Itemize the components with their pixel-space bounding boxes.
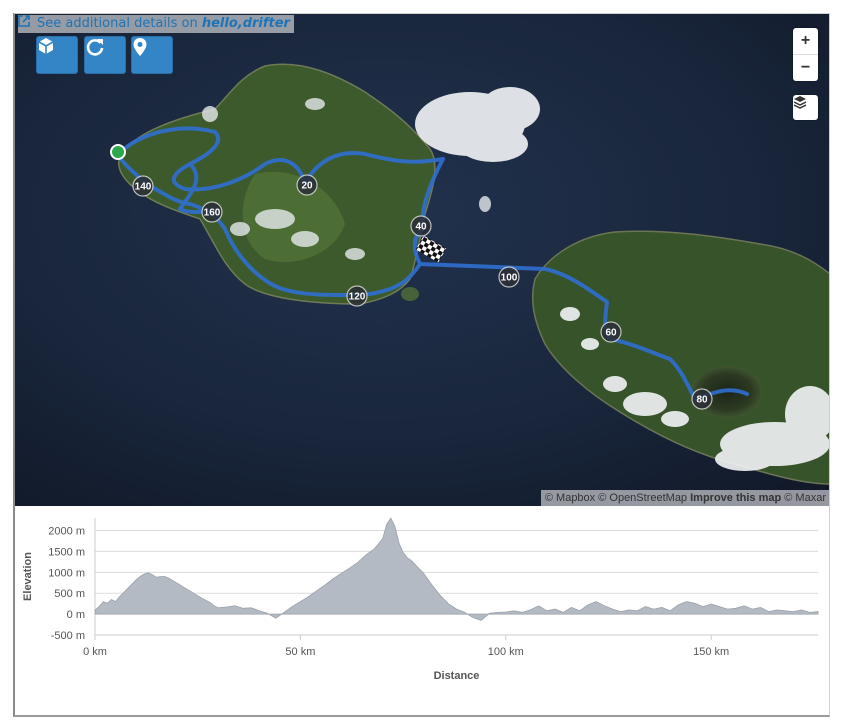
x-tick-label: 0 km	[83, 646, 107, 658]
x-tick-label: 100 km	[488, 646, 524, 658]
y-tick-label: -500 m	[51, 630, 85, 642]
km-marker: 80	[691, 388, 713, 410]
map-marker-icon	[133, 38, 147, 56]
maxar-attribution[interactable]: © Maxar	[784, 492, 826, 504]
link-prefix: See additional details on	[37, 16, 202, 31]
x-tick-label: 50 km	[285, 646, 315, 658]
brand-name[interactable]: hello,drifter	[202, 16, 290, 31]
route-viewer: 20 40 60 80 100 120 140 160 See additional deta…	[13, 13, 830, 717]
km-marker-label: 40	[415, 222, 427, 233]
y-tick-label: 1000 m	[48, 567, 85, 579]
km-marker: 60	[600, 321, 622, 343]
elevation-profile[interactable]: 2000 m 1500 m 1000 m 500 m 0 m -500 m 0 km 50 k…	[15, 506, 830, 716]
km-marker-label: 160	[204, 208, 221, 219]
km-marker-label: 20	[301, 181, 313, 192]
location-button[interactable]	[131, 36, 173, 74]
y-tick-label: 1500 m	[48, 546, 85, 558]
km-marker: 140	[132, 175, 154, 197]
osm-attribution[interactable]: © OpenStreetMap	[598, 492, 687, 504]
map-canvas[interactable]: 20 40 60 80 100 120 140 160	[15, 14, 830, 506]
replay-button[interactable]	[84, 36, 126, 74]
y-tick-label: 500 m	[54, 588, 85, 600]
zoom-out-button[interactable]: −	[793, 55, 818, 81]
start-marker[interactable]	[110, 144, 126, 160]
layers-icon	[793, 96, 807, 109]
x-axis-title: Distance	[434, 670, 480, 682]
y-axis-title: Elevation	[22, 552, 34, 601]
y-tick-label: 0 m	[67, 609, 85, 621]
layers-button[interactable]	[793, 95, 818, 120]
zoom-control: + −	[793, 28, 818, 81]
map-attribution: © Mapbox © OpenStreetMap Improve this ma…	[540, 490, 829, 506]
y-tick-label: 2000 m	[48, 526, 85, 538]
km-marker-label: 140	[135, 182, 152, 193]
km-marker-label: 80	[696, 395, 708, 406]
mapbox-attribution[interactable]: © Mapbox	[545, 492, 595, 504]
km-marker: 100	[498, 266, 520, 288]
external-link-icon	[18, 15, 34, 28]
cube-icon	[38, 38, 54, 54]
km-marker: 40	[410, 215, 432, 237]
km-marker-label: 60	[605, 328, 617, 339]
satellite-map[interactable]: 20 40 60 80 100 120 140 160 See additional deta…	[15, 14, 830, 506]
km-marker: 120	[346, 285, 368, 307]
x-tick-label: 150 km	[693, 646, 729, 658]
km-marker-label: 120	[349, 292, 366, 303]
refresh-icon	[86, 39, 104, 56]
elevation-chart[interactable]: 2000 m 1500 m 1000 m 500 m 0 m -500 m 0 km 50 k…	[15, 506, 830, 716]
improve-map-link[interactable]: Improve this map	[690, 492, 781, 504]
km-marker-label: 100	[501, 273, 518, 284]
km-marker: 160	[201, 201, 223, 223]
zoom-in-button[interactable]: +	[793, 28, 818, 55]
external-details-link[interactable]: See additional details on hello,drifter	[18, 15, 294, 33]
3d-view-button[interactable]	[36, 36, 78, 74]
elevation-area[interactable]	[94, 517, 819, 621]
km-marker: 20	[296, 174, 318, 196]
